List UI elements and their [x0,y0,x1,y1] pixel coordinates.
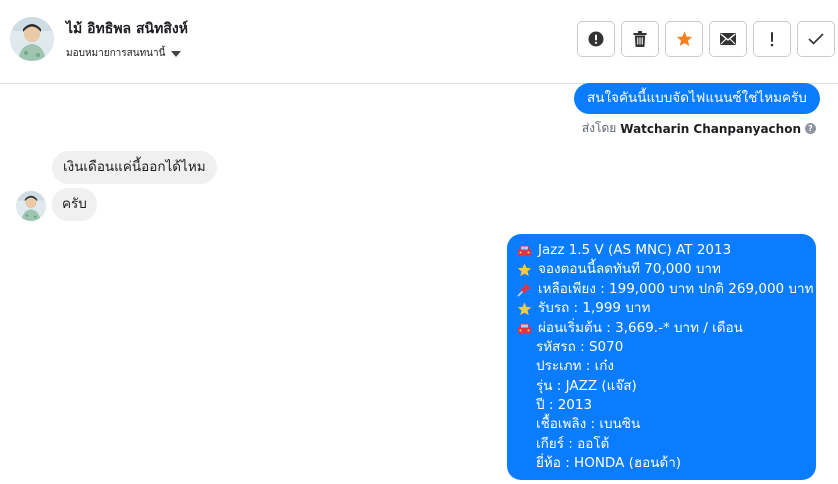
listing-reserve: จองตอนนี้ลดทันที 70,000 บาท [538,261,721,278]
listing-model: รุ่น : JAZZ (แจ๊ส) [536,377,637,394]
car-icon [517,243,532,258]
listing-brand: ยี่ห้อ : HONDA (ฮอนด้า) [536,455,682,472]
listing-reserve-line: จองตอนนี้ลดทันที 70,000 บาท [517,260,808,279]
listing-pickup: รับรถ : 1,999 บาท [538,300,651,317]
sent-by-line: ส่งโดย Watcharin Chanpanyachon ? [582,119,816,138]
sent-by-prefix: ส่งโดย [581,121,617,135]
listing-pickup-line: รับรถ : 1,999 บาท [517,299,808,318]
contact-avatar[interactable] [10,17,54,61]
star-icon [517,301,532,316]
sent-by-name[interactable]: Watcharin Chanpanyachon [620,122,801,136]
listing-fuel: เชื้อเพลิง : เบนซิน [536,416,641,433]
incoming-message: เงินเดือนแค่นี้ออกได้ไหม [52,151,217,184]
listing-year: ปี : 2013 [536,397,593,414]
conversation-header: ไม้ อิทธิพล สนิทสิงห์ มอบหมายการสนทนานี้ [0,0,838,84]
listing-title: Jazz 1.5 V (AS MNC) AT 2013 [538,241,732,258]
listing-installment: ผ่อนเริ่มต้น : 3,669.-* บาท / เดือน [538,319,743,336]
listing-type: ประเภท : เก๋ง [536,358,614,375]
spam-icon [588,31,604,47]
assign-conversation-dropdown[interactable]: มอบหมายการสนทนานี้ [66,46,182,61]
contact-avatar-small[interactable] [16,191,46,221]
pushpin-icon [517,282,532,297]
check-icon [808,33,824,45]
mark-done-button[interactable] [797,21,835,57]
listing-installment-line: ผ่อนเริ่มต้น : 3,669.-* บาท / เดือน [517,319,808,338]
assign-label: มอบหมายการสนทนานี้ [66,48,166,59]
incoming-message: ครับ [52,188,97,221]
mark-spam-button[interactable] [577,21,615,57]
listing-remaining-line: เหลือเพียง : 199,000 บาท ปกติ 269,000 บา… [517,280,813,299]
outgoing-listing-message: Jazz 1.5 V (AS MNC) AT 2013 จองตอนนี้ลดท… [507,234,816,480]
contact-name[interactable]: ไม้ อิทธิพล สนิทสิงห์ [66,18,188,40]
listing-code: รหัสรถ : S070 [536,338,624,355]
avatar-image [16,191,46,221]
star-icon [517,263,532,278]
exclamation-icon [770,32,774,47]
trash-icon [633,31,647,47]
star-button[interactable] [665,21,703,57]
outgoing-message: สนใจคันนี้แบบจัดไฟแนนซ์ใช่ไหมครับ [574,83,820,114]
star-icon [676,31,692,47]
header-actions [577,21,835,57]
avatar-image [10,17,54,61]
listing-gear: เกียร์ : ออโต้ [536,435,610,452]
listing-title-line: Jazz 1.5 V (AS MNC) AT 2013 [517,241,808,260]
follow-up-button[interactable] [753,21,791,57]
delete-button[interactable] [621,21,659,57]
help-icon[interactable]: ? [805,123,816,134]
mark-unread-button[interactable] [709,21,747,57]
car-icon [517,321,532,336]
caret-down-icon [171,50,182,57]
listing-remaining: เหลือเพียง : 199,000 บาท ปกติ 269,000 บา… [538,280,814,297]
envelope-icon [720,33,736,45]
